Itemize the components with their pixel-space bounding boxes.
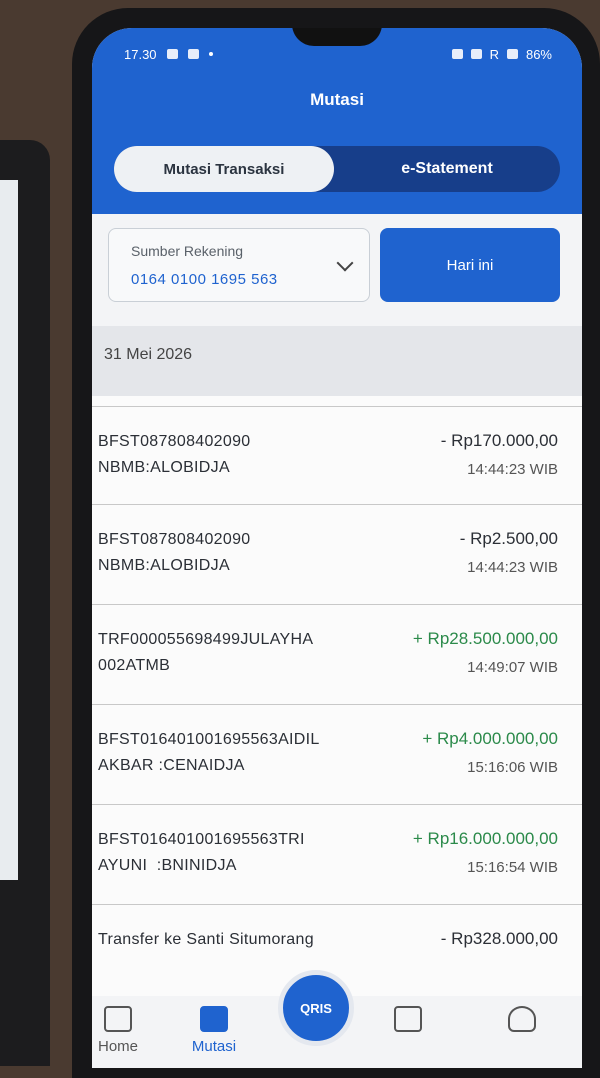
nav-mutasi[interactable]: Mutasi	[174, 1006, 254, 1055]
segmented-tabs: Mutasi Transaksi e-Statement	[114, 146, 560, 192]
status-time: 17.30	[124, 46, 157, 62]
qris-icon: QRIS	[300, 1000, 332, 1016]
nav-label: Home	[97, 1038, 138, 1055]
adjacent-device-screen	[0, 180, 18, 880]
date-label: 31 Mei 2026	[104, 346, 193, 363]
transaction-description: BFST016401001695563AIDIL AKBAR :CENAIDJA	[98, 731, 320, 774]
transaction-amount: - Rp170.000,00	[440, 431, 558, 450]
transaction-amount: + Rp4.000.000,00	[422, 729, 558, 748]
transaction-time: 14:49:07 WIB	[467, 659, 558, 676]
chevron-down-icon	[336, 254, 354, 272]
transaction-amount: - Rp2.500,00	[459, 529, 558, 548]
transaction-time: 14:44:23 WIB	[467, 559, 558, 576]
transaction-row[interactable]: BFST016401001695563TRI AYUNI :BNINIDJA +…	[92, 804, 582, 905]
transaction-description: BFST087808402090 NBMB:ALOBIDJA	[98, 531, 251, 574]
transaction-time: 15:16:06 WIB	[467, 759, 558, 776]
account-label: Sumber Rekening	[131, 243, 244, 259]
account-selector[interactable]: Sumber Rekening 0164 0100 1695 563	[108, 228, 370, 302]
nav-profile[interactable]	[482, 1006, 562, 1038]
nav-aktivitas[interactable]	[368, 1006, 448, 1038]
transaction-list: BFST087808402090 NBMB:ALOBIDJA - Rp170.0…	[92, 396, 582, 996]
transaction-description: BFST016401001695563TRI AYUNI :BNINIDJA	[98, 831, 305, 874]
profile-icon	[508, 1006, 536, 1032]
transaction-description: BFST087808402090 NBMB:ALOBIDJA	[98, 433, 251, 476]
transaction-amount: + Rp28.500.000,00	[412, 629, 558, 648]
transaction-time: 15:16:54 WIB	[467, 859, 558, 876]
transaction-amount: + Rp16.000.000,00	[412, 829, 558, 848]
battery-icon	[506, 49, 518, 59]
transaction-row[interactable]: BFST087808402090 NBMB:ALOBIDJA - Rp2.500…	[92, 504, 582, 605]
transaction-description: Transfer ke Santi Situmorang	[98, 931, 314, 948]
list-icon	[200, 1006, 228, 1032]
more-notifications-icon	[208, 52, 213, 56]
home-icon	[104, 1006, 132, 1032]
mail-icon	[394, 1006, 422, 1032]
key-icon	[451, 49, 463, 59]
transaction-time: 14:44:23 WIB	[467, 461, 558, 478]
tab-e-statement[interactable]: e-Statement	[334, 146, 560, 192]
status-bar: 17.30 R 86%	[124, 44, 552, 64]
notification-icon	[166, 49, 178, 59]
wifi-icon	[470, 49, 482, 59]
transaction-row[interactable]: BFST016401001695563AIDIL AKBAR :CENAIDJA…	[92, 704, 582, 805]
battery-level: 86%	[525, 46, 552, 62]
transaction-row[interactable]: TRF000055698499JULAYHA 002ATMB + Rp28.50…	[92, 604, 582, 705]
transaction-amount: - Rp328.000,00	[440, 929, 558, 948]
account-number: 0164 0100 1695 563	[131, 271, 278, 288]
page-title: Mutasi	[310, 90, 364, 109]
notification-icon	[187, 49, 199, 59]
qris-button[interactable]: QRIS	[278, 970, 354, 1046]
transaction-description: TRF000055698499JULAYHA 002ATMB	[98, 631, 314, 674]
transaction-row[interactable]: BFST087808402090 NBMB:ALOBIDJA - Rp170.0…	[92, 406, 582, 505]
period-button[interactable]: Hari ini	[380, 228, 560, 302]
roaming-indicator: R	[489, 46, 499, 62]
nav-label: Mutasi	[191, 1038, 237, 1055]
tab-mutasi-transaksi[interactable]: Mutasi Transaksi	[114, 146, 334, 192]
app-header: 17.30 R 86% Mutasi Mutasi Transaksi e-St…	[92, 28, 582, 214]
date-header: 31 Mei 2026	[92, 326, 582, 396]
nav-home[interactable]: Home	[92, 1006, 158, 1055]
app-screen: 17.30 R 86% Mutasi Mutasi Transaksi e-St…	[92, 28, 582, 1068]
